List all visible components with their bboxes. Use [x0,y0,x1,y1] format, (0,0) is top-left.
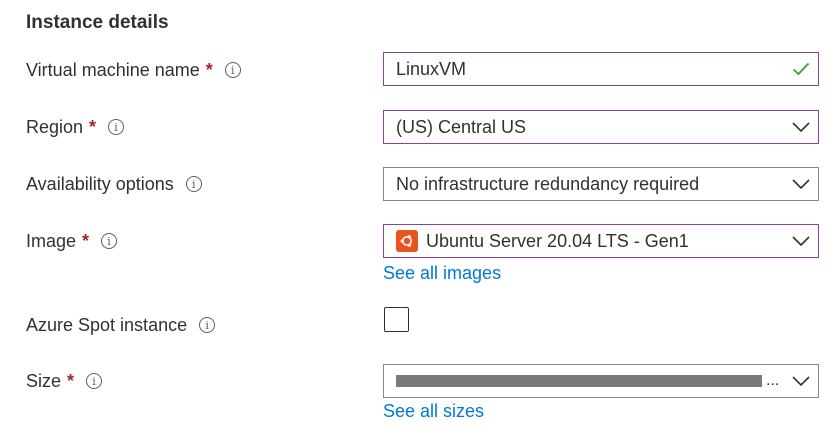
checkmark-icon [784,53,818,85]
spot-instance-checkbox[interactable] [384,307,409,332]
region-value[interactable]: (US) Central US [384,117,784,138]
see-all-images-link[interactable]: See all images [383,263,501,284]
image-value[interactable]: Ubuntu Server 20.04 LTS - Gen1 [418,231,784,252]
availability-label: Availability options [26,173,174,194]
section-title: Instance details [26,12,169,33]
vm-name-label-row: Virtual machine name * i [26,55,241,85]
vm-name-label: Virtual machine name [26,59,200,80]
image-label: Image [26,230,77,251]
vm-name-input[interactable]: LinuxVM [383,52,819,86]
vm-name-value[interactable]: LinuxVM [384,59,784,80]
spot-label-row: Azure Spot instance i [26,310,216,340]
spot-label: Azure Spot instance [26,314,188,335]
info-icon[interactable]: i [199,317,216,333]
required-marker: * [82,230,90,251]
redacted-size-value [396,375,762,387]
info-icon[interactable]: i [86,373,103,389]
chevron-down-icon[interactable] [784,365,818,397]
info-icon[interactable]: i [185,176,202,192]
info-icon[interactable]: i [224,62,241,78]
image-label-row: Image * i [26,226,118,256]
see-all-sizes-link[interactable]: See all sizes [383,401,484,422]
chevron-down-icon[interactable] [784,168,818,200]
size-truncation: ... [766,372,780,389]
chevron-down-icon[interactable] [784,111,818,143]
size-label: Size [26,370,62,391]
required-marker: * [89,116,97,137]
ubuntu-logo-icon [396,230,418,252]
region-label: Region [26,116,84,137]
info-icon[interactable]: i [101,233,118,249]
info-icon[interactable]: i [108,119,125,135]
required-marker: * [205,59,213,80]
chevron-down-icon[interactable] [784,225,818,257]
size-select[interactable]: ... [383,364,819,398]
image-select[interactable]: Ubuntu Server 20.04 LTS - Gen1 [383,224,819,258]
region-label-row: Region * i [26,112,125,142]
size-label-row: Size * i [26,366,103,396]
region-select[interactable]: (US) Central US [383,110,819,144]
availability-select[interactable]: No infrastructure redundancy required [383,167,819,201]
availability-label-row: Availability options i [26,169,202,199]
required-marker: * [67,370,75,391]
availability-value[interactable]: No infrastructure redundancy required [384,174,784,195]
